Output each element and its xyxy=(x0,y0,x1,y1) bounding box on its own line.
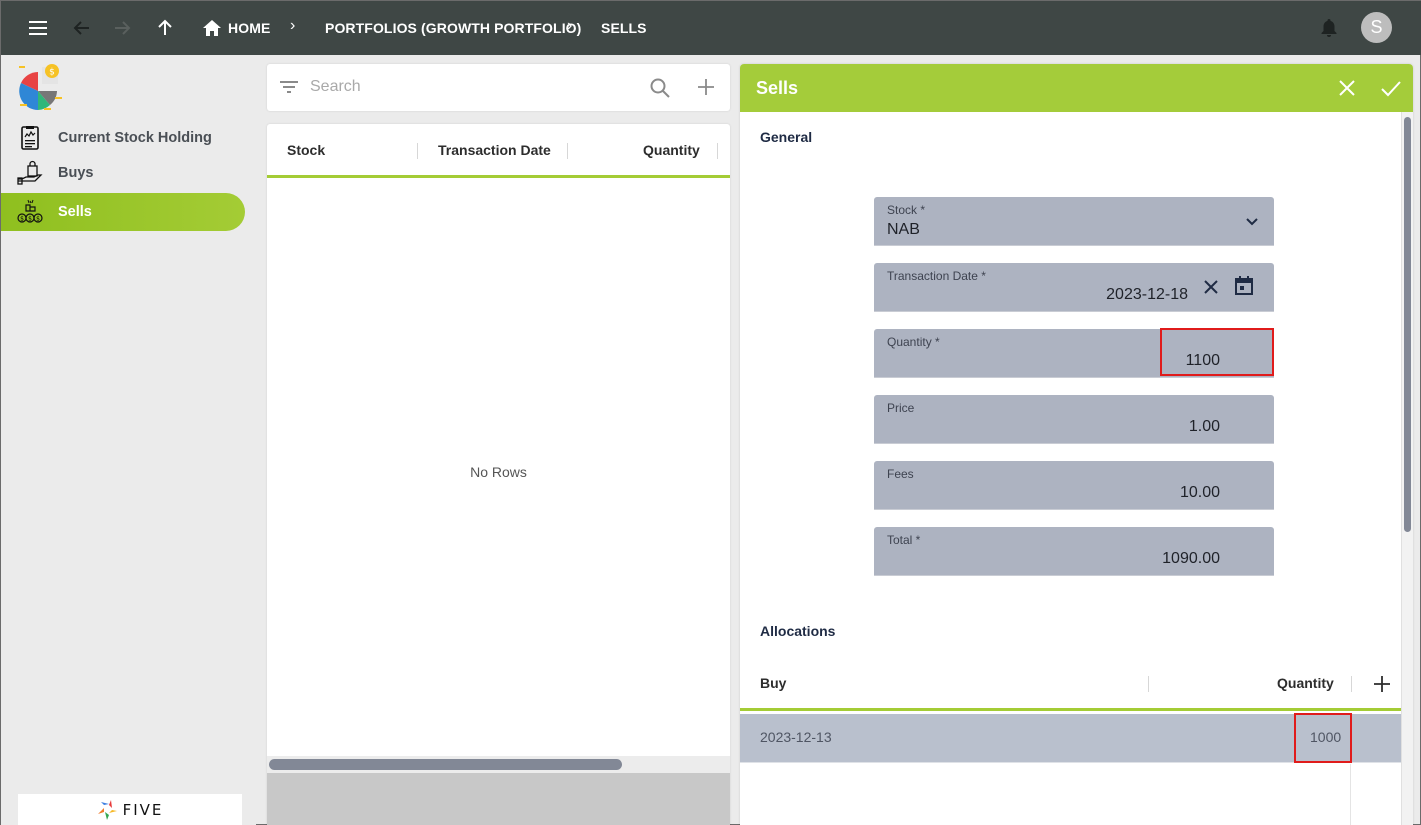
form-header: Sells xyxy=(740,64,1413,112)
field-value: 2023-12-18 xyxy=(1106,286,1188,303)
hand-shopping-bag-icon xyxy=(17,160,43,186)
five-brand-logo: FIVE xyxy=(18,794,242,825)
arrow-up-icon[interactable] xyxy=(152,15,178,41)
clipboard-chart-icon xyxy=(17,125,43,151)
add-allocation-icon[interactable] xyxy=(1372,674,1392,699)
breadcrumb-portfolios[interactable]: PORTFOLIOS (GROWTH PORTFOLIO) xyxy=(325,20,581,36)
column-header-quantity[interactable]: Quantity xyxy=(643,142,700,158)
chevron-right-icon: › xyxy=(290,17,296,34)
search-input[interactable] xyxy=(310,76,630,98)
field-value: NAB xyxy=(887,221,920,238)
add-icon[interactable] xyxy=(696,77,716,102)
home-icon[interactable] xyxy=(199,15,225,41)
quantity-field[interactable]: Quantity * 1100 xyxy=(874,329,1274,378)
list-header: Stock Transaction Date Quantity xyxy=(267,124,730,178)
five-logo-icon xyxy=(97,800,117,820)
field-label: Stock * xyxy=(887,203,926,217)
sidebar-item-label: Buys xyxy=(58,165,94,181)
column-header-buy[interactable]: Buy xyxy=(760,675,786,691)
search-icon[interactable] xyxy=(649,77,671,104)
field-value: 10.00 xyxy=(1179,484,1220,501)
form-title: Sells xyxy=(756,78,799,98)
allocations-header: Buy Quantity xyxy=(740,661,1401,711)
column-divider[interactable] xyxy=(567,143,568,159)
sidebar-item-label: Sells xyxy=(58,204,92,220)
search-bar xyxy=(267,64,730,111)
horizontal-scrollbar[interactable] xyxy=(267,756,730,773)
section-title-general: General xyxy=(760,129,813,145)
arrow-right-icon[interactable] xyxy=(109,15,135,41)
field-label: Quantity * xyxy=(887,335,940,349)
avatar[interactable]: S xyxy=(1361,12,1392,43)
filter-icon[interactable] xyxy=(279,78,299,101)
column-divider xyxy=(1350,764,1351,825)
sidebar-item-label: Current Stock Holding xyxy=(58,130,212,146)
stock-select[interactable]: Stock * NAB xyxy=(874,197,1274,246)
portfolio-pie-chart-logo: $ xyxy=(17,63,67,113)
sidebar-item-buys[interactable]: Buys xyxy=(1,154,245,192)
chevron-down-icon[interactable] xyxy=(1241,211,1263,233)
calendar-icon[interactable] xyxy=(1233,275,1255,297)
field-label: Transaction Date * xyxy=(887,269,986,283)
svg-text:$: $ xyxy=(20,216,24,223)
section-title-allocations: Allocations xyxy=(760,623,836,639)
sells-form-panel: Sells General Stock * NAB Transaction Da… xyxy=(740,64,1413,825)
column-divider[interactable] xyxy=(417,143,418,159)
arrow-left-icon[interactable] xyxy=(69,15,95,41)
close-icon[interactable] xyxy=(1335,76,1359,100)
top-bar: HOME › PORTFOLIOS (GROWTH PORTFOLIO) › S… xyxy=(1,1,1421,55)
empty-message: No Rows xyxy=(470,464,527,480)
scrollbar-thumb[interactable] xyxy=(1404,117,1411,532)
table-row[interactable]: 2023-12-13 1000 xyxy=(740,714,1401,763)
fees-field[interactable]: Fees 10.00 xyxy=(874,461,1274,510)
svg-text:$: $ xyxy=(36,216,40,223)
field-value: 1.00 xyxy=(1188,418,1220,435)
field-value: 1090.00 xyxy=(1162,550,1220,567)
cell-quantity: 1000 xyxy=(1310,729,1342,745)
svg-text:$: $ xyxy=(49,68,55,78)
column-divider[interactable] xyxy=(1351,676,1352,692)
transaction-date-field[interactable]: Transaction Date * 2023-12-18 xyxy=(874,263,1274,312)
field-label: Fees xyxy=(887,467,914,481)
field-label: Total * xyxy=(887,533,921,547)
money-sell-icon: $ $ $ xyxy=(17,199,43,225)
scrollbar-thumb[interactable] xyxy=(269,759,622,770)
cell-buy: 2023-12-13 xyxy=(760,729,832,745)
bell-icon[interactable] xyxy=(1316,15,1342,41)
column-divider[interactable] xyxy=(1148,676,1149,692)
price-field[interactable]: Price 1.00 xyxy=(874,395,1274,444)
field-value: 1100 xyxy=(1185,352,1220,369)
sells-list-panel: Stock Transaction Date Quantity No Rows xyxy=(267,124,730,825)
column-header-quantity[interactable]: Quantity xyxy=(1277,675,1334,691)
chevron-right-icon: › xyxy=(567,17,573,34)
svg-text:$: $ xyxy=(28,216,32,223)
five-brand-text: FIVE xyxy=(122,801,164,819)
check-icon[interactable] xyxy=(1379,76,1403,100)
sidebar: $ Current Stock Holding Buys $ $ $ Sells xyxy=(1,55,256,825)
list-footer xyxy=(267,773,730,825)
vertical-scrollbar[interactable] xyxy=(1401,112,1413,825)
clear-icon[interactable] xyxy=(1200,276,1222,298)
sidebar-item-current-stock-holding[interactable]: Current Stock Holding xyxy=(1,119,245,157)
hamburger-menu-icon[interactable] xyxy=(25,15,51,41)
breadcrumb-sells: SELLS xyxy=(601,20,647,36)
total-field[interactable]: Total * 1090.00 xyxy=(874,527,1274,576)
sidebar-item-sells[interactable]: $ $ $ Sells xyxy=(1,193,245,231)
column-header-transaction-date[interactable]: Transaction Date xyxy=(438,142,551,158)
column-divider[interactable] xyxy=(717,143,718,159)
field-label: Price xyxy=(887,401,915,415)
column-header-stock[interactable]: Stock xyxy=(287,142,325,158)
breadcrumb-home[interactable]: HOME xyxy=(228,20,270,36)
